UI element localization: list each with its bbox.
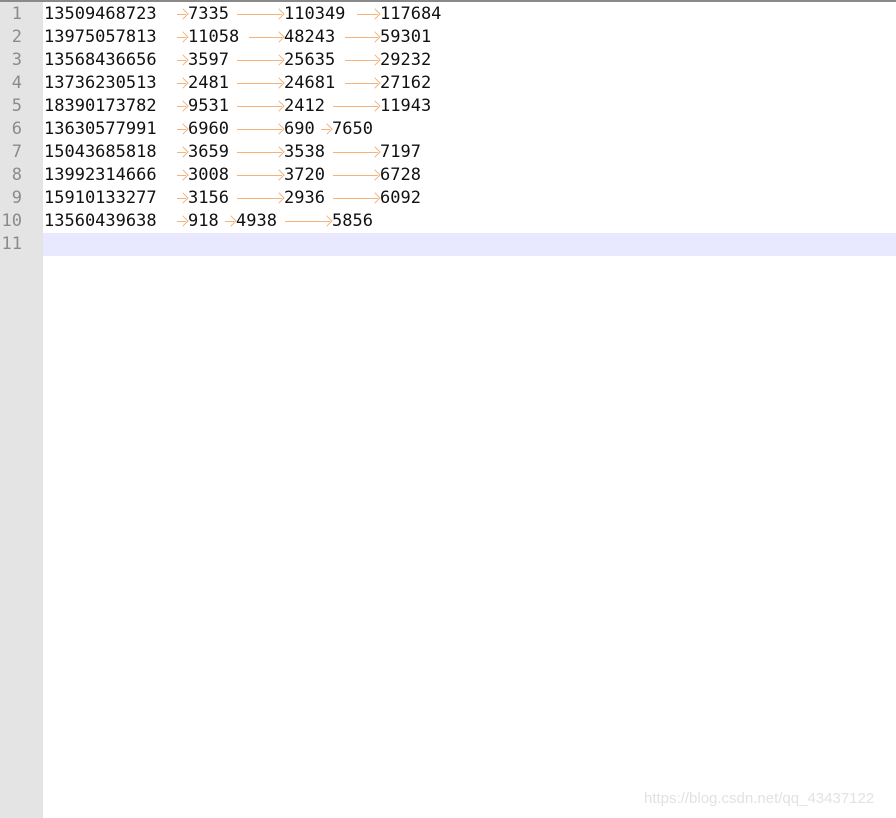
field-value: 7650 (332, 119, 373, 139)
line-number: 11 (1, 234, 22, 254)
field-value: 7335 (188, 4, 229, 24)
field-value: 110349 (284, 4, 346, 24)
field-value: 690 (284, 119, 315, 139)
field-value: 2481 (188, 73, 229, 93)
line-number: 3 (11, 50, 22, 70)
line-number: 9 (11, 188, 22, 208)
tab-arrow-icon (332, 95, 381, 118)
field-value: 15910133277 (44, 188, 157, 208)
line-number: 8 (11, 165, 22, 185)
tab-arrow-icon (236, 72, 285, 95)
field-value: 3659 (188, 142, 229, 162)
tab-arrow-icon (356, 3, 381, 26)
line-number: 6 (11, 119, 22, 139)
field-value: 13509468723 (44, 4, 157, 24)
current-line-highlight (43, 233, 896, 256)
field-value: 4938 (236, 211, 277, 231)
code-line: 13736230513 2481 24681 27162 (44, 72, 440, 95)
line-number: 10 (1, 211, 22, 231)
line-number-gutter: 1 2 3 4 5 6 7 8 9 10 11 (0, 2, 43, 818)
tab-arrow-icon (236, 118, 285, 141)
field-value: 25635 (284, 50, 336, 70)
field-value: 3538 (284, 142, 325, 162)
field-value: 18390173782 (44, 96, 157, 116)
tab-arrow-icon (176, 210, 189, 233)
tab-arrow-icon (236, 187, 285, 210)
tab-arrow-icon (320, 118, 333, 141)
code-line: 13509468723 7335 110349 117684 (44, 3, 452, 26)
tab-arrow-icon (176, 72, 189, 95)
tab-arrow-icon (236, 95, 285, 118)
editor-top-border (0, 0, 896, 2)
line-number: 5 (11, 96, 22, 116)
field-value: 6092 (380, 188, 421, 208)
tab-arrow-icon (236, 164, 285, 187)
field-value: 6728 (380, 165, 421, 185)
tab-arrow-icon (344, 72, 381, 95)
line-number: 4 (11, 73, 22, 93)
code-line: 15910133277 3156 2936 6092 (44, 187, 428, 210)
tab-arrow-icon (332, 141, 381, 164)
code-line: 13992314666 3008 3720 6728 (44, 164, 428, 187)
field-value: 117684 (380, 4, 442, 24)
tab-arrow-icon (284, 210, 333, 233)
line-number: 2 (11, 27, 22, 47)
tab-arrow-icon (236, 49, 285, 72)
tab-arrow-icon (176, 187, 189, 210)
tab-arrow-icon (248, 26, 285, 49)
field-value: 2936 (284, 188, 325, 208)
tab-arrow-icon (176, 26, 189, 49)
tab-arrow-icon (344, 26, 381, 49)
tab-arrow-icon (176, 118, 189, 141)
field-value: 13975057813 (44, 27, 157, 47)
field-value: 13568436656 (44, 50, 157, 70)
watermark: https://blog.csdn.net/qq_43437122 (644, 790, 875, 807)
field-value: 918 (188, 211, 219, 231)
field-value: 48243 (284, 27, 336, 47)
code-line: 18390173782 9531 2412 11943 (44, 95, 440, 118)
field-value: 59301 (380, 27, 432, 47)
tab-arrow-icon (176, 141, 189, 164)
tab-arrow-icon (176, 164, 189, 187)
tab-arrow-icon (332, 164, 381, 187)
code-line: 13630577991 6960 690 7650 (44, 118, 380, 141)
code-line: 13560439638 918 4938 5856 (44, 210, 380, 233)
code-line: 15043685818 3659 3538 7197 (44, 141, 428, 164)
tab-arrow-icon (344, 49, 381, 72)
tab-arrow-icon (236, 141, 285, 164)
tab-arrow-icon (224, 210, 237, 233)
tab-arrow-icon (332, 187, 381, 210)
field-value: 2412 (284, 96, 325, 116)
field-value: 13560439638 (44, 211, 157, 231)
text-editor: 1 2 3 4 5 6 7 8 9 10 11 13509468723 7335 110349 11768… (0, 0, 896, 818)
field-value: 15043685818 (44, 142, 157, 162)
field-value: 3720 (284, 165, 325, 185)
field-value: 13992314666 (44, 165, 157, 185)
field-value: 11058 (188, 27, 240, 47)
field-value: 24681 (284, 73, 336, 93)
field-value: 7197 (380, 142, 421, 162)
field-value: 3008 (188, 165, 229, 185)
tab-arrow-icon (176, 3, 189, 26)
field-value: 11943 (380, 96, 432, 116)
field-value: 3156 (188, 188, 229, 208)
code-line: 13568436656 3597 25635 29232 (44, 49, 440, 72)
field-value: 5856 (332, 211, 373, 231)
tab-arrow-icon (176, 49, 189, 72)
field-value: 6960 (188, 119, 229, 139)
code-line: 13975057813 11058 48243 59301 (44, 26, 440, 49)
tab-arrow-icon (176, 95, 189, 118)
line-number: 7 (11, 142, 22, 162)
line-number: 1 (11, 4, 22, 24)
field-value: 27162 (380, 73, 432, 93)
field-value: 9531 (188, 96, 229, 116)
field-value: 29232 (380, 50, 432, 70)
tab-arrow-icon (236, 3, 285, 26)
field-value: 13736230513 (44, 73, 157, 93)
field-value: 3597 (188, 50, 229, 70)
field-value: 13630577991 (44, 119, 157, 139)
